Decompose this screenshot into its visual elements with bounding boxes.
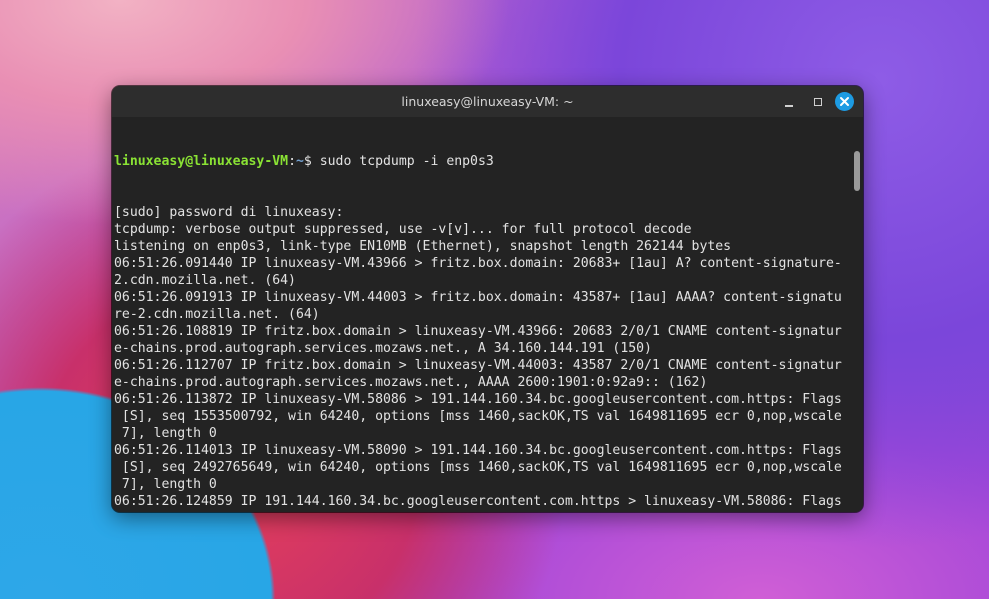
terminal-output-line: 06:51:26.112707 IP fritz.box.domain > li…	[114, 358, 842, 373]
terminal-output-line: 06:51:26.124859 IP 191.144.160.34.bc.goo…	[114, 494, 842, 509]
prompt-command: sudo tcpdump -i enp0s3	[319, 154, 494, 169]
prompt-user-host: linuxeasy@linuxeasy-VM	[114, 154, 289, 169]
terminal-output-line: listening on enp0s3, link-type EN10MB (E…	[114, 239, 732, 254]
terminal-output-line: e-chains.prod.autograph.services.mozaws.…	[114, 375, 708, 390]
terminal-output: linuxeasy@linuxeasy-VM:~$ sudo tcpdump -…	[114, 119, 852, 512]
terminal-body[interactable]: linuxeasy@linuxeasy-VM:~$ sudo tcpdump -…	[112, 117, 863, 512]
terminal-output-line: [S.], seq 31168001, ack 1553500793, win …	[114, 510, 852, 512]
terminal-output-line: 06:51:26.114013 IP linuxeasy-VM.58090 > …	[114, 443, 842, 458]
terminal-output-line: 7], length 0	[114, 477, 217, 492]
terminal-output-line: 7], length 0	[114, 426, 217, 441]
close-icon	[840, 97, 849, 106]
terminal-output-line: [S], seq 1553500792, win 64240, options …	[114, 409, 842, 424]
close-button[interactable]	[835, 92, 854, 111]
prompt-path: ~	[295, 154, 304, 169]
terminal-output-line: 06:51:26.113872 IP linuxeasy-VM.58086 > …	[114, 392, 842, 407]
terminal-output-line: 06:51:26.091440 IP linuxeasy-VM.43966 > …	[114, 256, 842, 271]
maximize-icon	[814, 98, 822, 106]
terminal-output-line: 06:51:26.108819 IP fritz.box.domain > li…	[114, 324, 842, 339]
terminal-output-line: 06:51:26.091913 IP linuxeasy-VM.44003 > …	[114, 290, 842, 305]
terminal-window[interactable]: linuxeasy@linuxeasy-VM: ~ linuxeasy@linu…	[112, 86, 863, 512]
command-prompt-line: linuxeasy@linuxeasy-VM:~$ sudo tcpdump -…	[114, 153, 852, 170]
terminal-output-line: tcpdump: verbose output suppressed, use …	[114, 222, 692, 237]
terminal-output-line: [sudo] password di linuxeasy:	[114, 205, 344, 220]
scrollbar-thumb[interactable]	[854, 151, 860, 191]
maximize-button[interactable]	[810, 94, 826, 110]
window-title: linuxeasy@linuxeasy-VM: ~	[401, 94, 574, 109]
prompt-separator: :	[288, 154, 296, 169]
terminal-output-line: 2.cdn.mozilla.net. (64)	[114, 273, 296, 288]
output-lines: [sudo] password di linuxeasy: tcpdump: ve…	[114, 204, 852, 512]
minimize-button[interactable]	[781, 94, 797, 110]
window-titlebar[interactable]: linuxeasy@linuxeasy-VM: ~	[112, 86, 863, 117]
terminal-output-line: e-chains.prod.autograph.services.mozaws.…	[114, 341, 652, 356]
prompt-symbol: $	[303, 154, 320, 169]
terminal-output-line: [S], seq 2492765649, win 64240, options …	[114, 460, 842, 475]
minimize-icon	[785, 105, 793, 107]
terminal-output-line: re-2.cdn.mozilla.net. (64)	[114, 307, 320, 322]
